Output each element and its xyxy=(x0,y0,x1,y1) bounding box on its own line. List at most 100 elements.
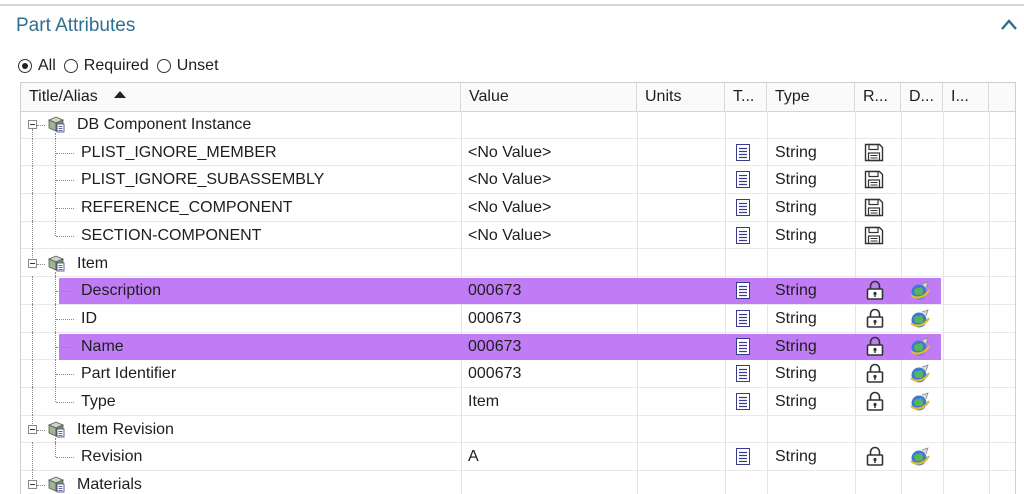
attribute-type: String xyxy=(775,448,817,466)
text-document-icon xyxy=(736,199,750,216)
tree-connector xyxy=(32,414,33,424)
collapse-toggle-icon[interactable] xyxy=(28,120,37,129)
attribute-value: <No Value> xyxy=(468,226,552,244)
tree-connector xyxy=(32,220,33,249)
tree-connector xyxy=(55,165,56,194)
tree-connector xyxy=(55,137,56,166)
tree-connector xyxy=(56,152,74,154)
tree-group-row[interactable]: Item Revision xyxy=(21,414,1015,444)
collapse-toggle-icon[interactable] xyxy=(28,258,37,268)
column-header-value[interactable]: Value xyxy=(461,83,637,111)
filter-unset-radio[interactable]: Unset xyxy=(156,57,219,75)
table-row[interactable]: Description 000673 String xyxy=(21,276,1015,305)
column-header-type[interactable]: Type xyxy=(767,83,855,111)
tree-connector xyxy=(56,208,74,210)
sort-ascending-icon xyxy=(113,91,126,99)
tree-connector xyxy=(32,331,33,360)
tree-connector xyxy=(55,359,56,388)
text-document-icon xyxy=(736,227,750,244)
collapse-toggle-icon[interactable] xyxy=(28,424,37,434)
top-divider xyxy=(0,4,1024,6)
table-header: Title/Alias Value Units T... Type R... D… xyxy=(21,83,1015,112)
attribute-value: 000673 xyxy=(468,365,522,383)
tree-connector xyxy=(37,263,45,265)
table-row[interactable]: REFERENCE_COMPONENT <No Value> String xyxy=(21,193,1015,222)
tree-connector xyxy=(55,387,56,402)
table-row[interactable]: PLIST_IGNORE_SUBASSEMBLY <No Value> String xyxy=(21,165,1015,195)
attribute-title: REFERENCE_COMPONENT xyxy=(81,199,293,217)
column-header-filler xyxy=(989,83,1015,111)
table-row[interactable]: Type Item String xyxy=(21,387,1015,416)
lock-icon xyxy=(866,280,884,300)
tree-connector xyxy=(55,193,56,222)
tree-connector xyxy=(37,485,45,487)
save-disk-icon xyxy=(864,143,884,162)
attribute-title: ID xyxy=(81,309,97,327)
column-header-units[interactable]: Units xyxy=(637,83,725,111)
attribute-value: 000673 xyxy=(468,282,522,300)
tree-connector xyxy=(56,346,74,348)
tree-connector xyxy=(55,442,56,458)
table-row[interactable]: PLIST_IGNORE_MEMBER <No Value> String xyxy=(21,137,1015,167)
attribute-value: <No Value> xyxy=(468,171,552,189)
tree-connector xyxy=(32,193,33,222)
attribute-type: String xyxy=(775,365,817,383)
column-header-t[interactable]: T... xyxy=(725,83,767,111)
attribute-type: String xyxy=(775,143,817,161)
save-disk-icon xyxy=(864,226,884,245)
column-header-d[interactable]: D... xyxy=(901,83,943,111)
tree-connector xyxy=(56,402,74,403)
filter-all-radio[interactable]: All xyxy=(18,57,56,75)
text-document-icon xyxy=(736,171,750,188)
attribute-title: Revision xyxy=(81,448,143,466)
radio-unchecked-icon xyxy=(156,59,171,73)
table-row[interactable]: Part Identifier 000673 String xyxy=(21,359,1015,388)
tree-connector xyxy=(56,291,74,293)
table-row[interactable]: Name 000673 String xyxy=(21,331,1015,361)
attribute-group-icon xyxy=(47,476,65,493)
attribute-value: <No Value> xyxy=(468,143,552,161)
group-title: DB Component Instance xyxy=(77,116,252,133)
tree-group-row[interactable]: Materials xyxy=(21,470,1015,494)
text-document-icon xyxy=(736,310,750,327)
tree-connector xyxy=(32,165,33,194)
text-document-icon xyxy=(736,448,750,465)
attribute-filter-group: All Required Unset xyxy=(18,55,227,77)
attribute-type: String xyxy=(775,226,817,244)
lock-icon xyxy=(866,308,884,328)
tree-connector xyxy=(32,137,33,166)
radio-unchecked-icon xyxy=(63,59,78,73)
table-row[interactable]: Revision A String xyxy=(21,442,1015,472)
attributes-table: Title/Alias Value Units T... Type R... D… xyxy=(20,82,1016,494)
tree-group-row[interactable]: DB Component Instance xyxy=(21,111,1015,139)
text-document-icon xyxy=(736,144,750,161)
filter-required-label: Required xyxy=(83,57,149,74)
lock-icon xyxy=(866,446,884,466)
attribute-type: String xyxy=(775,282,817,300)
tree-connector xyxy=(56,235,74,237)
attribute-title: Type xyxy=(81,393,116,410)
globe-icon xyxy=(909,392,931,412)
column-header-r[interactable]: R... xyxy=(855,83,901,111)
tree-connector xyxy=(55,220,56,236)
column-header-i[interactable]: I... xyxy=(943,83,989,111)
globe-icon xyxy=(909,447,931,467)
radio-checked-icon xyxy=(18,59,32,73)
chevron-up-icon[interactable] xyxy=(1000,18,1018,32)
attribute-value: 000673 xyxy=(468,337,522,355)
tree-connector xyxy=(32,276,33,305)
table-row[interactable]: SECTION-COMPONENT <No Value> String xyxy=(21,220,1015,250)
panel-title: Part Attributes xyxy=(16,15,136,36)
table-row[interactable]: ID 000673 String xyxy=(21,303,1015,333)
lock-icon xyxy=(866,363,884,383)
collapse-toggle-icon[interactable] xyxy=(28,480,37,490)
column-header-title[interactable]: Title/Alias xyxy=(21,83,461,111)
tree-connector xyxy=(56,457,74,459)
text-document-icon xyxy=(736,338,750,355)
tree-connector xyxy=(32,470,33,480)
tree-group-row[interactable]: Item xyxy=(21,248,1015,278)
group-title: Materials xyxy=(77,476,142,494)
save-disk-icon xyxy=(864,198,884,217)
filter-required-radio[interactable]: Required xyxy=(63,57,149,75)
filter-all-label: All xyxy=(38,57,56,74)
